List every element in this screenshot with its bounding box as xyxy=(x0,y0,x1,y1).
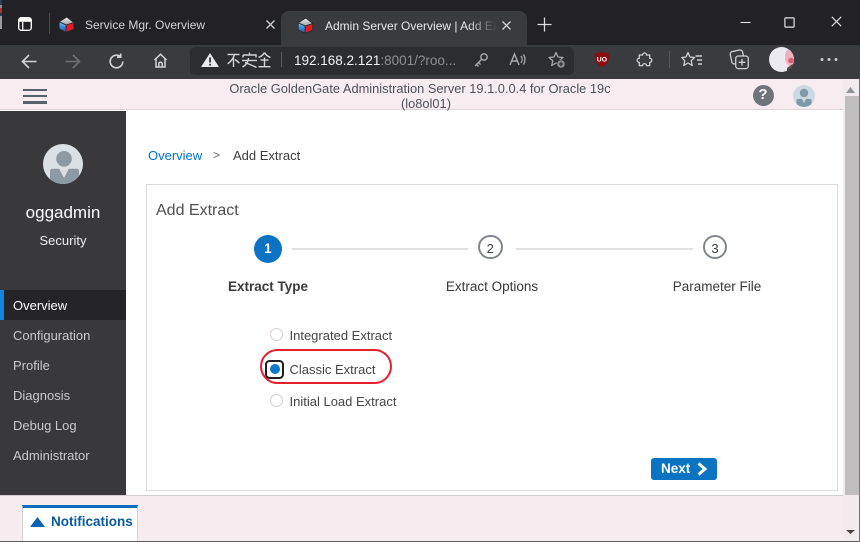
svg-text:UO: UO xyxy=(597,57,607,64)
